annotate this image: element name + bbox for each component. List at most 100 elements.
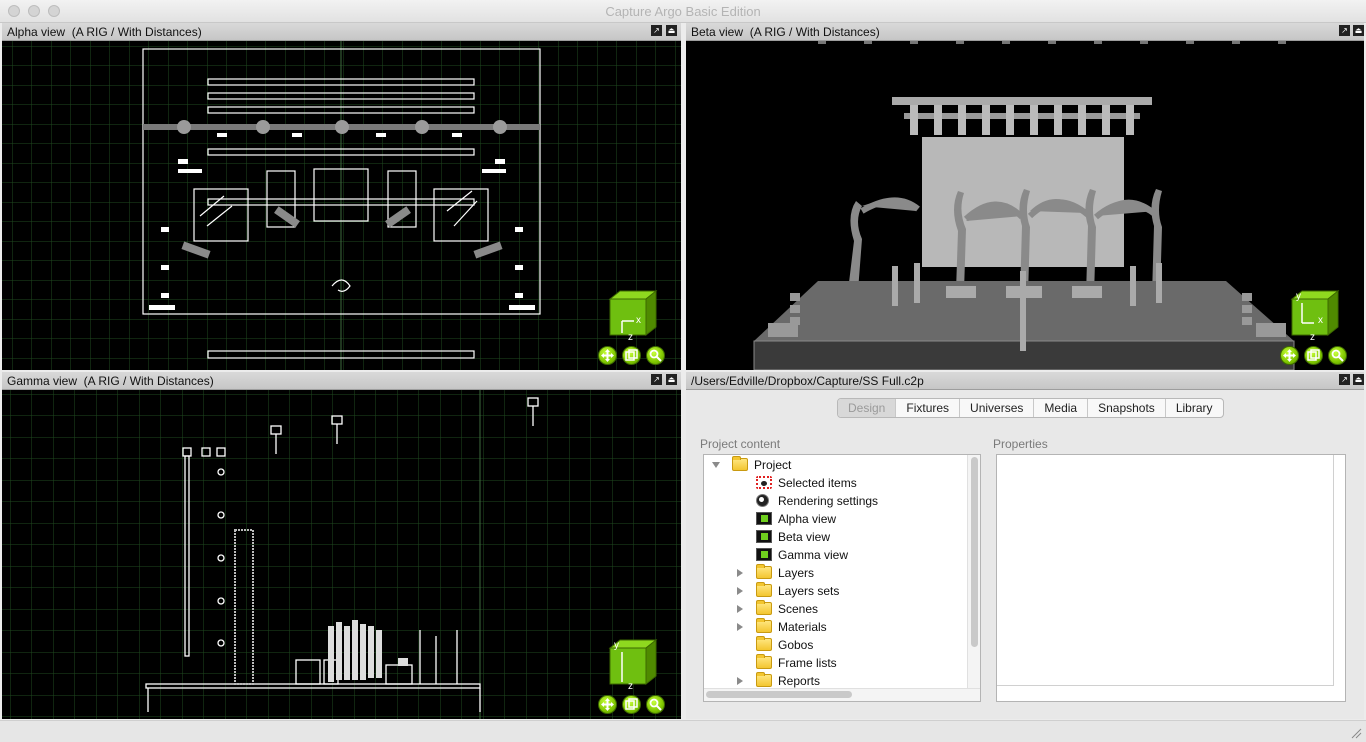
zoom-tool-button[interactable]: [622, 346, 641, 365]
popout-icon[interactable]: ↗: [651, 374, 662, 385]
expand-arrow-icon[interactable]: [737, 587, 743, 595]
popout-icon[interactable]: ↗: [651, 25, 662, 36]
tree-item-label: Layers sets: [778, 584, 840, 598]
tree-item-label: Frame lists: [778, 656, 837, 670]
collapse-arrow-icon[interactable]: [712, 462, 720, 468]
folder-icon: [756, 600, 772, 615]
tree-item-project[interactable]: Project: [704, 456, 966, 474]
maximize-icon[interactable]: ⏏: [1353, 374, 1364, 385]
axis-label-z: z: [628, 681, 633, 692]
project-content-label: Project content: [700, 437, 781, 451]
gamma-scene: [2, 390, 681, 719]
tree-item-scenes[interactable]: Scenes: [704, 600, 966, 618]
expand-arrow-icon[interactable]: [737, 605, 743, 613]
gamma-viewport[interactable]: y z: [2, 390, 681, 719]
expand-arrow-icon[interactable]: [737, 677, 743, 685]
render-icon: [756, 494, 769, 507]
tree-item-label: Gobos: [778, 638, 814, 652]
expand-arrow-icon[interactable]: [737, 569, 743, 577]
tree-item-layers[interactable]: Layers: [704, 564, 966, 582]
tree-item-alpha-view[interactable]: Alpha view: [704, 510, 966, 528]
axis-label-z: z: [628, 332, 633, 343]
window-titlebar: Capture Argo Basic Edition: [0, 0, 1366, 23]
move-icon: [601, 349, 614, 362]
zoom-tool-button[interactable]: [1304, 346, 1323, 365]
zoom-tool-button[interactable]: [622, 695, 641, 714]
tab-snapshots[interactable]: Snapshots: [1088, 399, 1166, 417]
pan-tool-button[interactable]: [598, 346, 617, 365]
tab-library[interactable]: Library: [1166, 399, 1223, 417]
axis-label-x: x: [636, 315, 641, 326]
magnifier-icon: [649, 698, 662, 711]
tab-fixtures[interactable]: Fixtures: [896, 399, 961, 417]
selection-icon: [756, 476, 772, 489]
resize-grip-icon[interactable]: [1350, 727, 1362, 739]
folder-icon: [756, 564, 772, 579]
maximize-icon[interactable]: ⏏: [666, 374, 677, 385]
project-tree[interactable]: Project Selected items Rendering settings A…: [703, 454, 981, 702]
tree-item-label: Materials: [778, 620, 827, 634]
tree-vertical-scroll-track[interactable]: [967, 455, 980, 701]
project-header: /Users/Edville/Dropbox/Capture/SS Full.c…: [686, 372, 1364, 390]
alpha-viewport[interactable]: x z: [2, 41, 681, 370]
pan-tool-button[interactable]: [598, 695, 617, 714]
project-path: /Users/Edville/Dropbox/Capture/SS Full.c…: [691, 374, 924, 388]
popout-icon[interactable]: ↗: [1339, 374, 1350, 385]
tree-item-rendering-settings[interactable]: Rendering settings: [704, 492, 966, 510]
tree-item-label: Selected items: [778, 476, 857, 490]
gamma-view-title: Gamma view (A RIG / With Distances): [7, 374, 214, 388]
magnifier-icon: [1331, 349, 1344, 362]
orbit-tool-button[interactable]: [646, 346, 665, 365]
orbit-tool-button[interactable]: [646, 695, 665, 714]
tab-universes[interactable]: Universes: [960, 399, 1035, 417]
folder-icon: [756, 654, 772, 669]
beta-view-pane: Beta view (A RIG / With Distances) ↗ ⏏ y…: [686, 23, 1364, 370]
tree-item-beta-view[interactable]: Beta view: [704, 528, 966, 546]
popout-icon[interactable]: ↗: [1339, 25, 1350, 36]
folder-icon: [756, 582, 772, 597]
zoom-frame-icon: [625, 349, 638, 361]
tree-item-label: Scenes: [778, 602, 819, 616]
gamma-view-header: Gamma view (A RIG / With Distances) ↗ ⏏: [2, 372, 681, 390]
beta-view-title: Beta view (A RIG / With Distances): [691, 25, 880, 39]
folder-icon: [756, 636, 772, 651]
tab-media[interactable]: Media: [1034, 399, 1089, 417]
beta-scene: [753, 41, 1295, 370]
axis-label-x: x: [1318, 315, 1323, 326]
tree-horizontal-scrollbar[interactable]: [706, 691, 852, 698]
gamma-view-pane: Gamma view (A RIG / With Distances) ↗ ⏏: [2, 372, 681, 719]
axis-label-y: y: [1296, 291, 1301, 302]
tree-item-label: Rendering settings: [778, 494, 879, 508]
maximize-icon[interactable]: ⏏: [1353, 25, 1364, 36]
tree-item-layers-sets[interactable]: Layers sets: [704, 582, 966, 600]
properties-label: Properties: [993, 437, 1048, 451]
tree-item-frame-lists[interactable]: Frame lists: [704, 654, 966, 672]
tree-item-label: Alpha view: [778, 512, 837, 526]
alpha-scene: [2, 41, 681, 370]
status-bar: [0, 720, 1366, 742]
pan-tool-button[interactable]: [1280, 346, 1299, 365]
tree-item-materials[interactable]: Materials: [704, 618, 966, 636]
tree-horizontal-scroll-track[interactable]: [704, 688, 980, 701]
tab-design[interactable]: Design: [838, 399, 897, 417]
beta-view-header: Beta view (A RIG / With Distances) ↗ ⏏: [686, 23, 1364, 41]
beta-viewport[interactable]: y x z: [686, 41, 1364, 370]
axis-label-y: y: [614, 640, 619, 651]
tree-item-gamma-view[interactable]: Gamma view: [704, 546, 966, 564]
move-icon: [1283, 349, 1296, 362]
maximize-icon[interactable]: ⏏: [666, 25, 677, 36]
tree-item-selected-items[interactable]: Selected items: [704, 474, 966, 492]
orbit-tool-button[interactable]: [1328, 346, 1347, 365]
tree-item-label: Gamma view: [778, 548, 849, 562]
expand-arrow-icon[interactable]: [737, 623, 743, 631]
tree-item-label: Layers: [778, 566, 815, 580]
folder-icon: [732, 456, 748, 471]
properties-content: [997, 455, 1334, 686]
properties-panel: [996, 454, 1346, 702]
project-pane: /Users/Edville/Dropbox/Capture/SS Full.c…: [686, 372, 1364, 719]
axis-label-z: z: [1310, 332, 1315, 343]
tree-vertical-scrollbar[interactable]: [971, 457, 978, 647]
project-body: Design Fixtures Universes Media Snapshot…: [686, 390, 1364, 719]
tree-item-gobos[interactable]: Gobos: [704, 636, 966, 654]
alpha-view-title: Alpha view (A RIG / With Distances): [7, 25, 202, 39]
